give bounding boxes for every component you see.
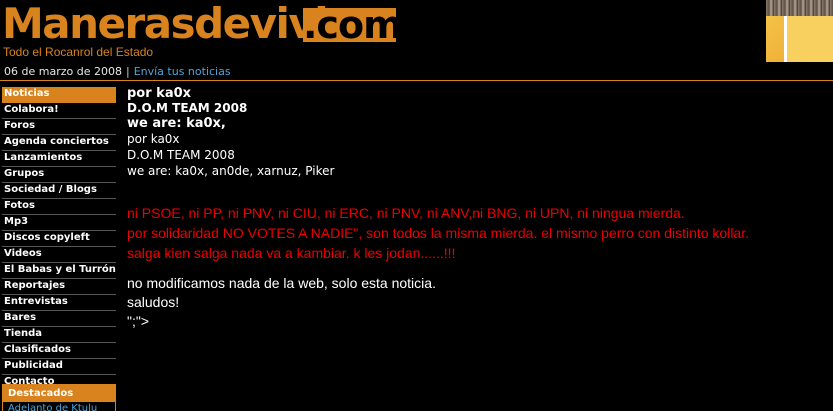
logo-wordmark: Manerasdevivir <box>2 0 348 48</box>
destacados-title: Destacados <box>3 385 115 402</box>
banner-graphic <box>784 16 833 62</box>
sidebar-item-entrevistas[interactable]: Entrevistas <box>2 295 116 311</box>
article-heading-members: we are: ka0x, <box>127 116 226 131</box>
banner-photo-strip <box>766 0 833 16</box>
main-content: por ka0x D.O.M TEAM 2008 we are: ka0x, p… <box>127 86 827 331</box>
sidebar-item-videos[interactable]: Videos <box>2 247 116 263</box>
sidebar-item-mp3[interactable]: Mp3 <box>2 215 116 231</box>
sidebar-item-reportajes[interactable]: Reportajes <box>2 279 116 295</box>
header-banner-image[interactable] <box>766 0 833 62</box>
sidebar-item-fotos[interactable]: Fotos <box>2 199 116 215</box>
sidebar-item-agenda-conciertos[interactable]: Agenda conciertos <box>2 135 116 151</box>
sidebar-item-grupos[interactable]: Grupos <box>2 167 116 183</box>
logo-dotcom: .com <box>303 3 403 47</box>
site-tagline: Todo el Rocanrol del Estado <box>3 45 154 59</box>
sidebar-item-lanzamientos[interactable]: Lanzamientos <box>2 151 116 167</box>
page: Manerasdevivir .com Todo el Rocanrol del… <box>0 0 833 411</box>
date-separator: | <box>125 65 130 78</box>
sidebar-item-noticias[interactable]: Noticias <box>2 87 116 103</box>
white-message-block: no modificamos nada de la web, solo esta… <box>127 274 827 331</box>
sidebar-item-sociedad-blogs[interactable]: Sociedad / Blogs <box>2 183 116 199</box>
sidebar-item-el-babas[interactable]: El Babas y el Turrón <box>2 263 116 279</box>
article-heading-author: por ka0x <box>127 86 192 101</box>
send-news-link[interactable]: Envía tus noticias <box>134 65 231 78</box>
red-message-line: ni PSOE, ni PP, ni PNV, ni CIU, ni ERC, … <box>127 205 685 221</box>
destacados-link[interactable]: Adelanto de Ktulu <box>3 402 115 411</box>
red-message-block: ni PSOE, ni PP, ni PNV, ni CIU, ni ERC, … <box>127 203 827 263</box>
sidebar-item-colabora[interactable]: Colabora! <box>2 103 116 119</box>
article-author: por ka0x <box>127 132 180 146</box>
sidebar-item-tienda[interactable]: Tienda <box>2 327 116 343</box>
sidebar-item-bares[interactable]: Bares <box>2 311 116 327</box>
current-date: 06 de marzo de 2008 <box>4 65 122 78</box>
sidebar-item-discos-copyleft[interactable]: Discos copyleft <box>2 231 116 247</box>
white-message-line: saludos! <box>127 294 180 310</box>
white-message-line: ";"> <box>127 313 150 329</box>
sidebar-item-foros[interactable]: Foros <box>2 119 116 135</box>
article-heading-team: D.O.M TEAM 2008 <box>127 101 248 115</box>
sidebar-item-clasificados[interactable]: Clasificados <box>2 343 116 359</box>
destacados-box: Destacados Adelanto de Ktulu <box>2 384 116 411</box>
article-members: we are: ka0x, an0de, xarnuz, Piker <box>127 164 335 178</box>
sidebar-item-publicidad[interactable]: Publicidad <box>2 359 116 375</box>
article-team: D.O.M TEAM 2008 <box>127 148 235 162</box>
sidebar-nav: Noticias Colabora! Foros Agenda conciert… <box>2 87 116 391</box>
red-message-line: por solidaridad NO VOTES A NADIE", son t… <box>127 225 749 241</box>
date-bar: 06 de marzo de 2008 | Envía tus noticias <box>0 64 833 80</box>
white-message-line: no modificamos nada de la web, solo esta… <box>127 275 436 291</box>
site-logo[interactable]: Manerasdevivir .com Todo el Rocanrol del… <box>2 0 403 62</box>
header-divider <box>0 80 833 81</box>
red-message-line: salga kien salga nada va a kambiar. k le… <box>127 245 456 261</box>
